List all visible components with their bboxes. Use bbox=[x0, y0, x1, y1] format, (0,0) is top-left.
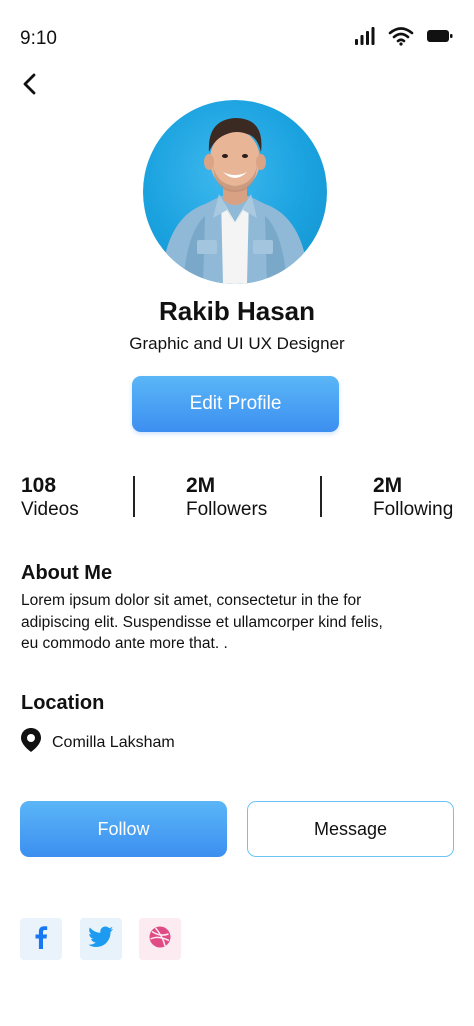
stat-value: 2M bbox=[186, 474, 216, 497]
stat-label: Videos bbox=[21, 499, 79, 520]
about-title: About Me bbox=[21, 562, 113, 584]
follow-button[interactable]: Follow bbox=[20, 801, 227, 857]
status-icons bbox=[354, 26, 454, 51]
stat-label: Followers bbox=[186, 499, 268, 520]
stat-label: Following bbox=[373, 499, 454, 520]
avatar-photo bbox=[161, 118, 309, 284]
location-row: Comilla Laksham bbox=[20, 727, 175, 758]
edit-profile-button[interactable]: Edit Profile bbox=[132, 376, 339, 432]
about-text: Lorem ipsum dolor sit amet, consectetur … bbox=[21, 592, 383, 652]
location-place: Comilla Laksham bbox=[52, 733, 175, 751]
back-button[interactable] bbox=[14, 70, 46, 102]
profile-name: Rakib Hasan bbox=[158, 296, 316, 326]
map-pin-icon bbox=[20, 727, 42, 758]
dribbble-button[interactable] bbox=[139, 918, 181, 960]
location-title: Location bbox=[21, 692, 105, 714]
stat-divider bbox=[133, 476, 135, 517]
profile-role: Graphic and UI UX Designer bbox=[129, 334, 345, 353]
cellular-signal-icon bbox=[354, 26, 376, 51]
message-button[interactable]: Message bbox=[247, 801, 454, 857]
status-bar: 9:10 bbox=[0, 0, 474, 60]
wifi-icon bbox=[388, 26, 414, 51]
status-time: 9:10 bbox=[20, 28, 57, 49]
stat-divider bbox=[320, 476, 322, 517]
stat-videos[interactable]: 108 Videos bbox=[21, 474, 79, 522]
twitter-button[interactable] bbox=[80, 918, 122, 960]
facebook-button[interactable] bbox=[20, 918, 62, 960]
avatar bbox=[143, 100, 327, 284]
chevron-left-icon bbox=[20, 72, 40, 101]
battery-icon bbox=[426, 28, 454, 49]
stat-value: 108 bbox=[21, 474, 57, 497]
dribbble-icon bbox=[148, 925, 172, 954]
stat-followers[interactable]: 2M Followers bbox=[186, 474, 267, 522]
stat-value: 2M bbox=[373, 474, 403, 497]
stat-following[interactable]: 2M Following bbox=[373, 474, 453, 522]
facebook-icon bbox=[30, 925, 52, 954]
stats-row: 108 Videos 2M Followers 2M Following bbox=[0, 474, 474, 520]
twitter-icon bbox=[88, 926, 114, 953]
